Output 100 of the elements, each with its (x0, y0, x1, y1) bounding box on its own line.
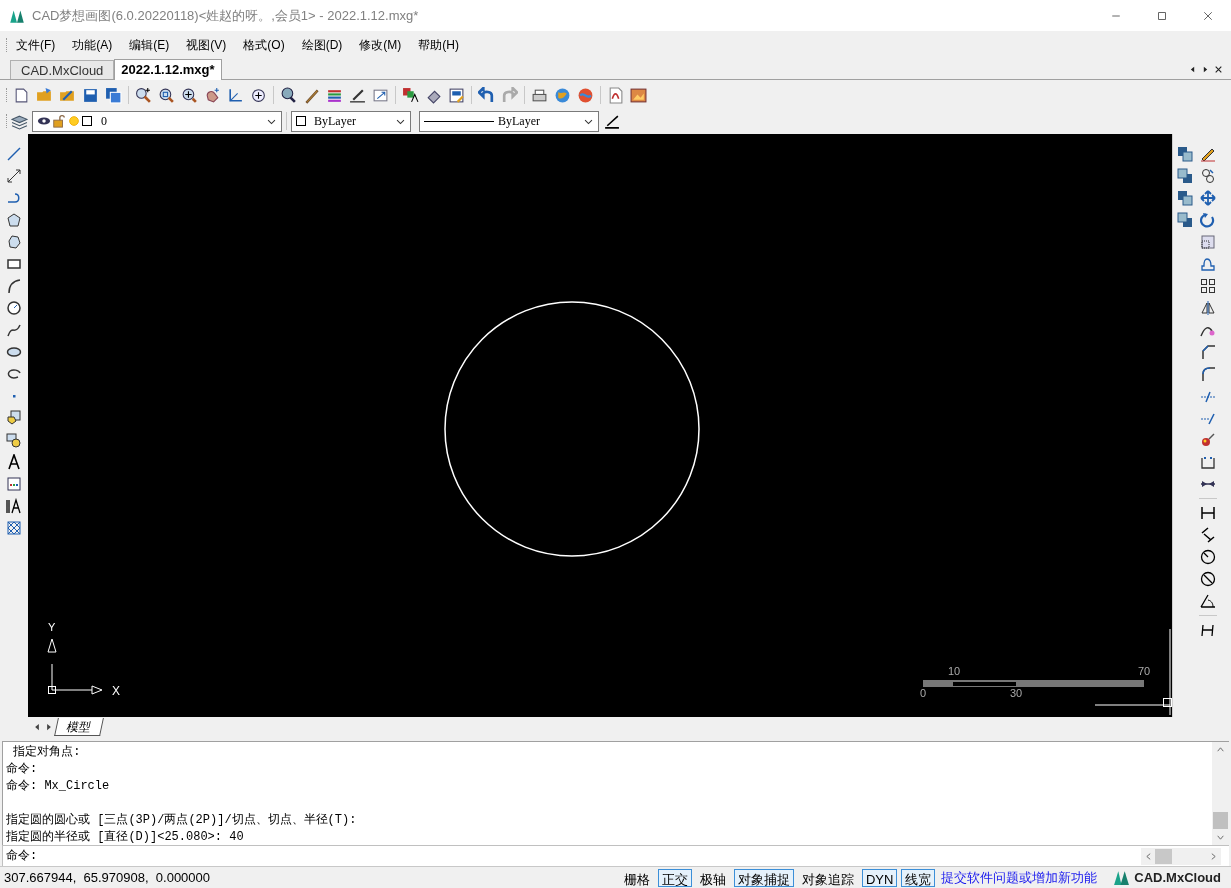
horizontal-scrollbar[interactable] (1141, 847, 1221, 865)
make-block-icon[interactable] (6, 432, 22, 448)
save-icon[interactable] (82, 86, 99, 104)
linear-dimension-icon[interactable] (1200, 505, 1216, 521)
zoom-window-icon[interactable] (158, 86, 175, 104)
tab-right-icon[interactable] (1201, 64, 1210, 74)
spline-icon[interactable] (6, 322, 22, 338)
line-icon[interactable] (6, 146, 22, 162)
sun-icon (67, 114, 81, 128)
bring-to-front-icon[interactable] (1177, 146, 1193, 162)
status-toggle[interactable]: 正交 (657, 868, 692, 887)
document-tab[interactable]: CAD.MxCloud (10, 60, 115, 79)
globe-swirl-icon[interactable] (577, 86, 594, 104)
arc-icon[interactable] (6, 278, 22, 294)
pentagon-icon[interactable] (6, 212, 22, 228)
color-value: ByLayer (314, 113, 356, 130)
status-toggle[interactable]: 对象追踪 (797, 868, 858, 887)
status-toggle[interactable]: 栅格 (619, 868, 654, 887)
zoom-in-icon[interactable] (135, 86, 152, 104)
menu-item[interactable]: 功能(A) (64, 35, 121, 54)
status-toggle[interactable]: 极轴 (695, 868, 730, 887)
scroll-up-icon[interactable] (1216, 745, 1225, 754)
multiline-text-icon[interactable] (6, 498, 22, 514)
move-arrows-icon[interactable] (1200, 190, 1216, 206)
block-insert-icon[interactable] (6, 410, 22, 426)
status-toggle[interactable]: DYN (861, 868, 898, 887)
menu-item[interactable]: 帮助(H) (410, 35, 467, 54)
radius-dimension-icon[interactable] (1200, 549, 1216, 565)
command-history-line: 指定圆的圆心或 [三点(3P)/两点(2P)]/切点、切点、半径(T): (6, 812, 358, 829)
diameter-dimension-icon[interactable] (1200, 571, 1216, 587)
mirror-icon[interactable] (1200, 300, 1216, 316)
command-history-line: 指定对角点: (12, 744, 82, 761)
send-to-back-icon[interactable] (1177, 168, 1193, 184)
double-arrow-line-icon[interactable] (6, 168, 22, 184)
layers-icon[interactable] (11, 112, 28, 130)
feedback-link[interactable]: 提交软件问题或增加新功能 (941, 867, 1098, 888)
send-backward-icon[interactable] (1177, 212, 1193, 228)
hatch-icon[interactable] (6, 520, 22, 536)
menu-item[interactable]: 视图(V) (178, 35, 235, 54)
close-icon (1202, 9, 1214, 22)
status-toggle[interactable]: 对象捕捉 (733, 868, 794, 887)
tab-left-icon[interactable] (1188, 64, 1197, 74)
menu-item[interactable]: 格式(O) (235, 35, 293, 54)
pdf-file-icon[interactable] (607, 86, 624, 104)
unlocked-padlock-icon (52, 114, 66, 128)
scale-icon[interactable] (1200, 234, 1216, 250)
menu-item[interactable]: 编辑(E) (121, 35, 178, 54)
command-history-line: 命令: (6, 761, 39, 778)
magnifier-icon[interactable] (280, 86, 297, 104)
hexagon-icon[interactable] (6, 234, 22, 250)
document-tab[interactable]: 2022.1.12.mxg* (114, 59, 222, 80)
scale-label: 10 (948, 665, 961, 677)
y-axis-label: Y (48, 621, 56, 633)
layout-tab[interactable]: 模型 (54, 718, 104, 736)
ellipse-arc-icon[interactable] (6, 366, 22, 382)
image-file-icon[interactable] (630, 86, 647, 104)
bring-forward-icon[interactable] (1177, 190, 1193, 206)
color-dropdown[interactable]: ByLayer (291, 110, 411, 132)
rotate-icon[interactable] (1200, 212, 1216, 228)
rectangle-icon[interactable] (6, 256, 22, 272)
stretch-icon[interactable] (1200, 454, 1216, 470)
menu-item[interactable]: 绘图(D) (293, 35, 351, 54)
command-input-field[interactable]: 命令: (2, 845, 1229, 866)
new-file-icon[interactable] (13, 86, 30, 104)
open-folder-icon[interactable] (36, 86, 53, 104)
menu-item[interactable]: 文件(F) (8, 35, 64, 54)
properties-icon[interactable] (448, 86, 465, 104)
status-toggle[interactable]: 线宽 (901, 868, 936, 887)
copy-circles-icon[interactable] (1200, 168, 1216, 184)
hatch-table-icon[interactable] (6, 476, 22, 492)
linetype-dropdown[interactable]: ByLayer (419, 110, 599, 132)
erase-pencil-icon[interactable] (1200, 146, 1216, 162)
circle-icon[interactable] (6, 300, 22, 316)
offset-icon[interactable] (1200, 256, 1216, 272)
save-all-icon[interactable] (105, 86, 122, 104)
menu-item[interactable]: 修改(M) (351, 35, 410, 54)
scrollbar-thumb[interactable] (1155, 848, 1172, 864)
quick-dimension-icon[interactable] (1200, 622, 1216, 638)
brand-name: CAD.MxCloud (1134, 868, 1221, 887)
maximize-icon (1156, 9, 1168, 22)
aligned-dimension-icon[interactable] (1200, 527, 1216, 543)
array-grid-icon[interactable] (1200, 278, 1216, 294)
scroll-down-icon[interactable] (1216, 833, 1225, 842)
scale-label: 30 (1010, 687, 1023, 699)
globe-icon[interactable] (554, 86, 571, 104)
angular-dimension-icon[interactable] (1200, 593, 1216, 609)
text-icon[interactable] (6, 454, 22, 470)
undo-icon[interactable] (478, 86, 495, 104)
chamfer-icon[interactable] (1200, 344, 1216, 360)
layer-dropdown[interactable]: 0 (32, 110, 282, 132)
fillet-icon[interactable] (1200, 366, 1216, 382)
zoom-realtime-icon[interactable] (250, 86, 267, 104)
scrollbar-thumb[interactable] (1213, 812, 1228, 829)
close-icon[interactable] (1214, 64, 1223, 74)
zoom-extents-icon[interactable] (181, 86, 198, 104)
ellipse-icon[interactable] (6, 344, 22, 360)
scrollbar[interactable] (1212, 742, 1229, 845)
palette-text-icon[interactable] (402, 86, 419, 104)
polyline-icon[interactable] (6, 190, 22, 206)
ucs-axes-icon[interactable] (227, 86, 244, 104)
